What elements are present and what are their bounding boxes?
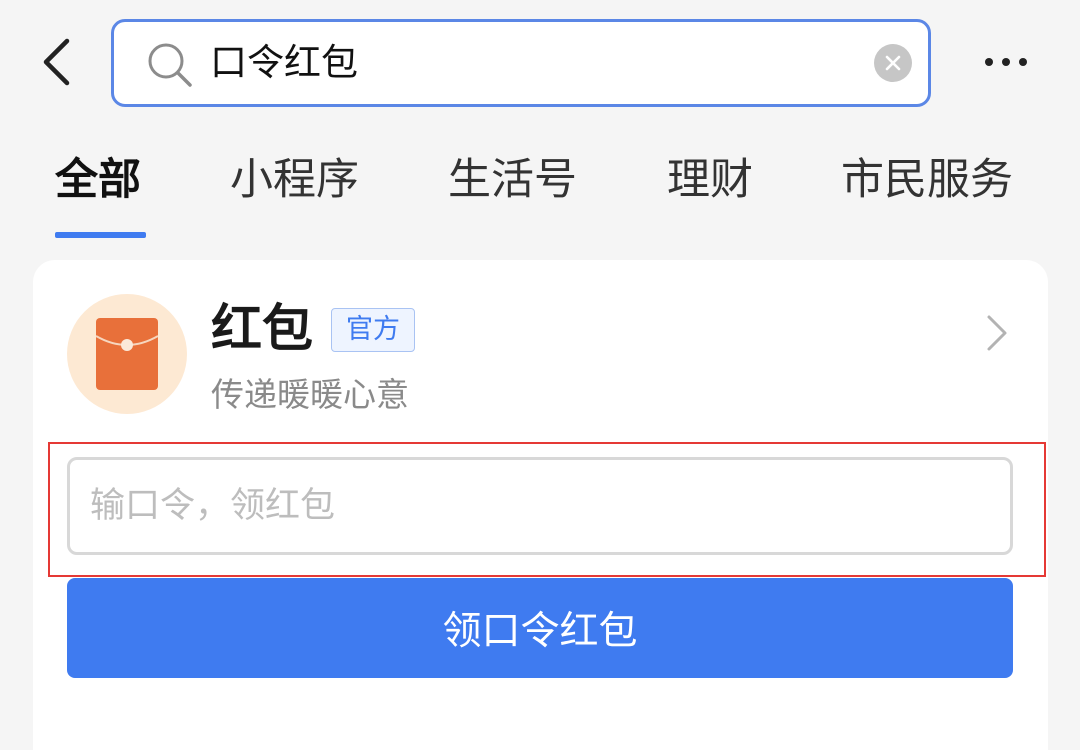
clear-search-button[interactable] <box>874 44 912 82</box>
chevron-right-icon[interactable] <box>981 312 1011 354</box>
search-query-text[interactable]: 口令红包 <box>210 22 358 104</box>
password-input[interactable] <box>67 457 1013 555</box>
tab-all[interactable]: 全部 <box>55 148 141 212</box>
close-icon <box>885 55 901 71</box>
tab-life-accounts[interactable]: 生活号 <box>448 148 577 212</box>
claim-red-packet-button[interactable]: 领口令红包 <box>67 578 1013 678</box>
tab-citizen-services[interactable]: 市民服务 <box>841 148 1013 212</box>
more-horizontal-icon <box>985 58 1027 66</box>
search-icon <box>148 43 192 87</box>
tab-finance[interactable]: 理财 <box>667 148 753 212</box>
active-tab-indicator <box>55 232 146 238</box>
more-options-button[interactable] <box>978 44 1034 80</box>
app-subtitle: 传递暖暖心意 <box>211 375 409 414</box>
search-box[interactable]: 口令红包 <box>111 19 931 107</box>
official-badge: 官方 <box>331 308 415 352</box>
tab-mini-programs[interactable]: 小程序 <box>230 148 359 212</box>
app-name[interactable]: 红包 <box>211 300 313 360</box>
result-card: 红包 官方 传递暖暖心意 领口令红包 <box>33 260 1048 750</box>
red-envelope-icon <box>96 318 158 390</box>
chevron-left-icon <box>43 38 70 86</box>
back-button[interactable] <box>28 32 84 92</box>
app-avatar[interactable] <box>67 294 187 414</box>
search-results-screen: 口令红包 全部 小程序 生活号 理财 市民服务 红包 官方 传递暖暖心意 输口令… <box>0 0 1080 750</box>
